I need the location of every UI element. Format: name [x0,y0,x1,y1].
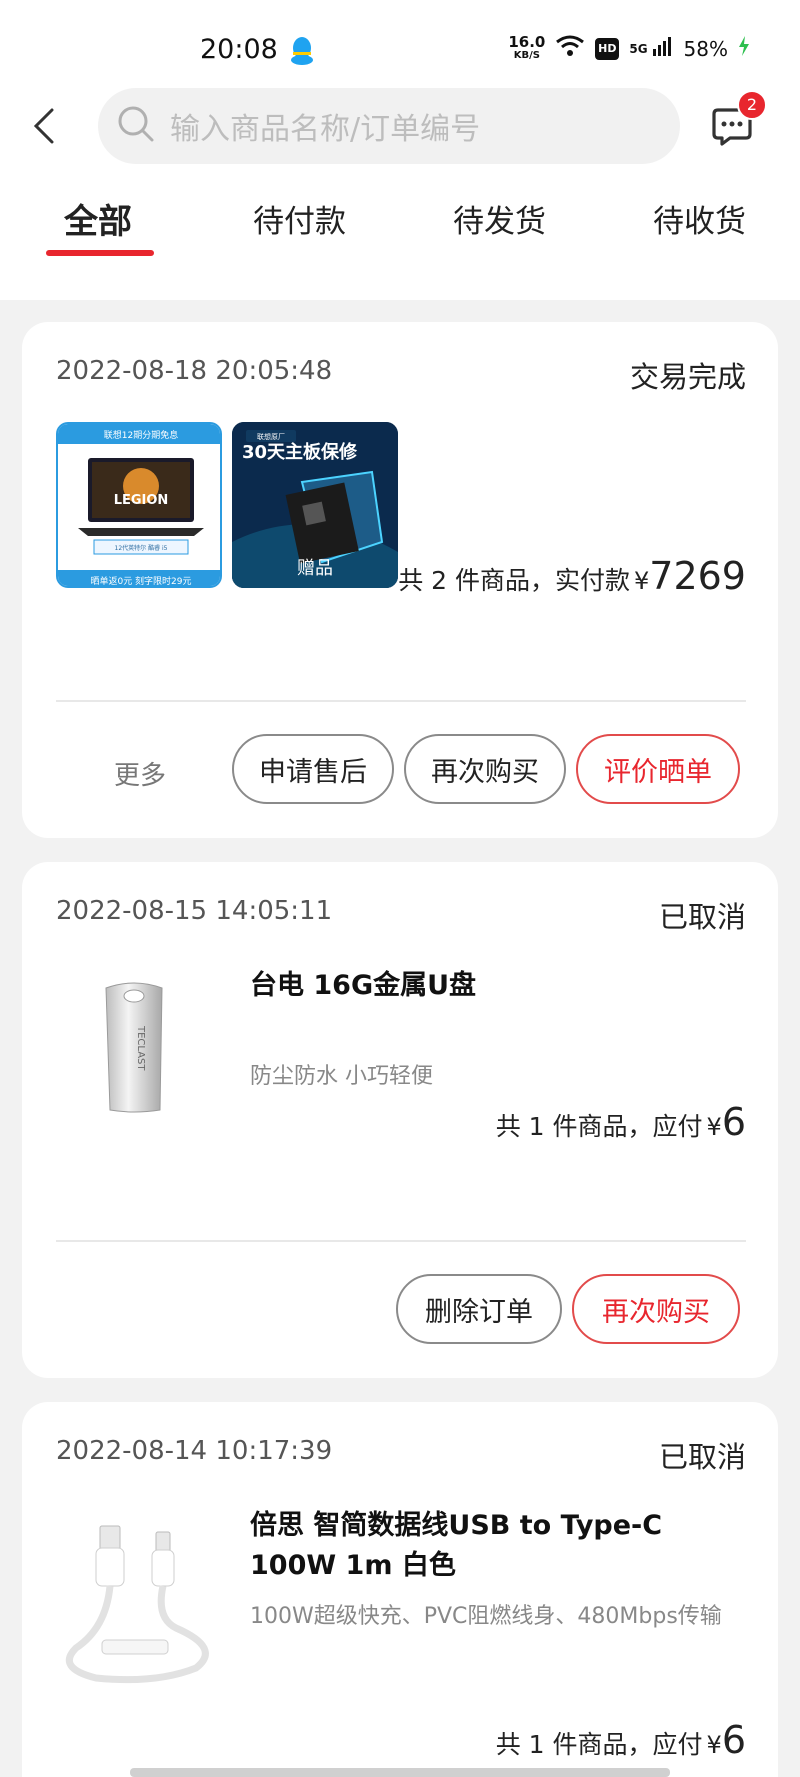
product-thumbnail-cable[interactable] [56,1518,222,1684]
order-card[interactable]: 2022-08-14 10:17:39 已取消 倍思 智简数据线USB to T… [22,1402,778,1777]
product-thumbnail-gift[interactable]: 联想原厂 30天主板保修 赠品 [232,422,398,588]
product-thumbnail-usb[interactable]: TECLAST [76,972,192,1122]
order-status: 已取消 [658,1440,746,1474]
review-button[interactable]: 评价晒单 [576,734,740,804]
order-summary: 共 1 件商品，应付 ¥6 [496,1718,746,1762]
battery-level: 58% [683,36,728,61]
buy-again-button[interactable]: 再次购买 [404,734,566,804]
thumb-brand-text: LEGION [114,493,169,508]
more-button[interactable]: 更多 [114,755,166,792]
currency-symbol: ¥ [634,567,650,595]
search-input[interactable]: 输入商品名称/订单编号 [98,88,680,164]
product-title[interactable]: 倍思 智简数据线USB to Type-C 100W 1m 白色 [250,1506,750,1586]
thumb-promo-text: 晒单返0元 刻字限时29元 [90,575,191,587]
order-date: 2022-08-14 10:17:39 [56,1436,333,1466]
tab-pending-shipment[interactable]: 待发货 [453,196,546,241]
qq-icon [290,36,314,70]
wifi-icon [555,34,585,63]
message-badge: 2 [737,90,767,120]
tab-pending-payment[interactable]: 待付款 [253,196,346,241]
status-icons: 16.0 KB/S HD 5G 58% [508,34,750,63]
net-speed: 16.0 KB/S [508,32,546,62]
order-date: 2022-08-18 20:05:48 [56,356,333,386]
delete-order-button[interactable]: 删除订单 [396,1274,562,1344]
net-speed-value: 16.0 [508,32,546,51]
order-status: 交易完成 [629,360,746,394]
order-amount: 6 [721,1718,746,1762]
summary-prefix: 共 1 件商品，应付 [495,1112,703,1141]
status-bar: 20:08 16.0 KB/S HD 5G 58% [0,0,800,100]
search-placeholder: 输入商品名称/订单编号 [170,112,481,147]
gift-tag-text: 联想原厂 [257,432,285,441]
order-amount: 7269 [649,554,746,598]
gift-caption: 赠品 [297,558,333,579]
net-speed-unit: KB/S [513,49,540,61]
buy-again-button[interactable]: 再次购买 [572,1274,740,1344]
summary-prefix: 共 1 件商品，应付 [495,1730,703,1759]
charging-icon [738,36,750,61]
search-icon [116,104,156,148]
currency-symbol: ¥ [706,1731,722,1759]
signal-icon [652,35,674,62]
currency-symbol: ¥ [706,1113,722,1141]
order-amount: 6 [721,1100,746,1144]
product-subtitle: 防尘防水 小巧轻便 [250,1064,433,1089]
product-title[interactable]: 台电 16G金属U盘 [250,966,750,1006]
back-button[interactable] [26,106,66,146]
order-summary: 共 1 件商品，应付 ¥6 [496,1100,746,1144]
active-tab-indicator [46,250,154,256]
order-tabs: 全部 待付款 待发货 待收货 [0,190,800,260]
hd-icon: HD [595,37,620,60]
divider [56,700,746,702]
thumb-chip-text: 12代英特尔 酷睿 i5 [115,544,168,552]
chevron-left-icon [33,108,54,144]
status-time: 20:08 [200,34,278,65]
summary-prefix: 共 2 件商品，实付款 [398,566,630,595]
network-type: 5G [629,41,648,56]
order-card[interactable]: 2022-08-18 20:05:48 交易完成 联想12期分期免息 LEGIO… [22,322,778,838]
scroll-indicator [130,1768,670,1777]
order-status: 已取消 [658,900,746,934]
product-thumbnail-laptop[interactable]: 联想12期分期免息 LEGION 12代英特尔 酷睿 i5 晒单返0元 刻字限时… [56,422,222,588]
tab-pending-receipt[interactable]: 待收货 [653,196,746,241]
thumb-banner-text: 联想12期分期免息 [104,429,178,441]
order-card[interactable]: 2022-08-15 14:05:11 已取消 TECLAST 台电 16G金属… [22,862,778,1378]
divider [56,1240,746,1242]
tab-all[interactable]: 全部 [64,194,132,243]
order-date: 2022-08-15 14:05:11 [56,896,333,926]
order-summary: 共 2 件商品，实付款 ¥7269 [398,554,746,598]
product-subtitle: 100W超级快充、PVC阻燃线身、480Mbps传输 [250,1604,722,1629]
after-sales-button[interactable]: 申请售后 [232,734,394,804]
usb-brand-mark: TECLAST [135,1025,146,1071]
gift-headline-text: 30天主板保修 [242,441,358,463]
